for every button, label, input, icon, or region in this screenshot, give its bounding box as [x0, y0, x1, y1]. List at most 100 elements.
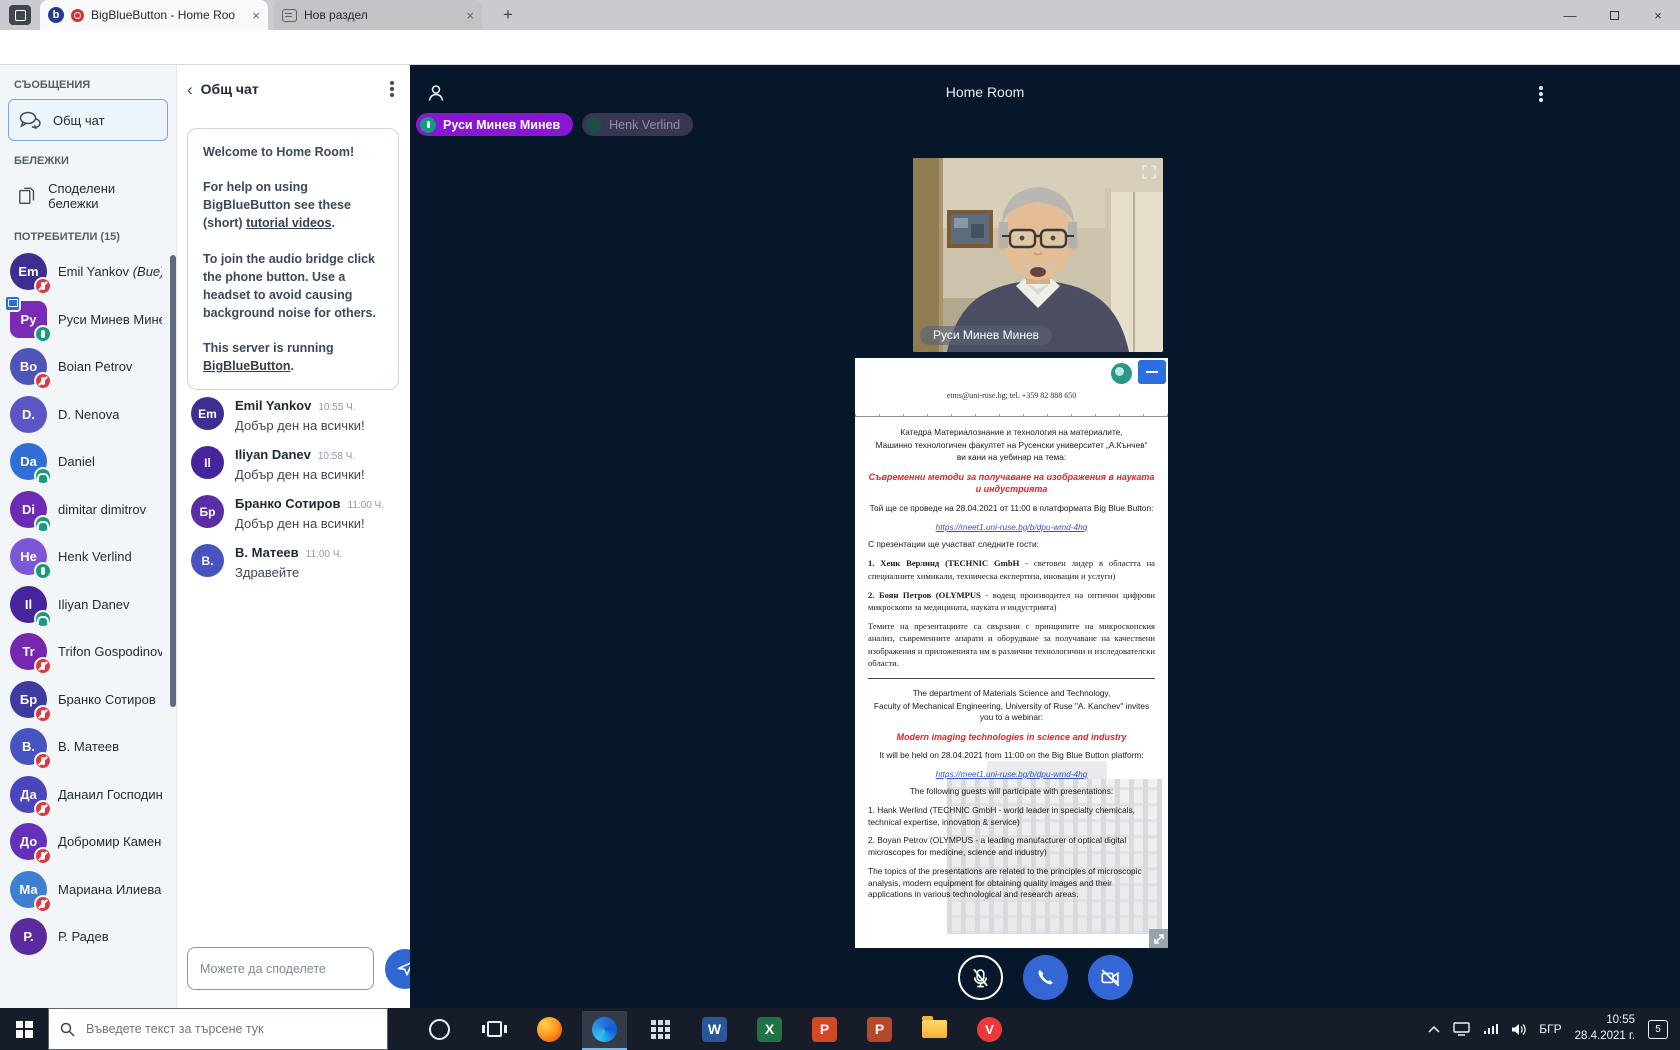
tab-actions-menu-button[interactable] — [9, 5, 31, 25]
doc-line: С презентации ще участват следните гости… — [868, 539, 1155, 551]
user-audio-status-icon — [34, 467, 52, 485]
user-avatar: Da — [10, 443, 47, 480]
window-controls: — × — [1548, 0, 1680, 30]
taskbar-app[interactable] — [577, 1008, 632, 1050]
user-audio-status-icon — [34, 752, 52, 770]
hidden-icons-chevron[interactable] — [1428, 1025, 1440, 1033]
user-list-item[interactable]: В. В. Матеев — [0, 723, 172, 771]
browser-tab-active[interactable]: b BigBlueButton - Home Roo × — [40, 0, 268, 30]
user-list-item[interactable]: Ру Руси Минев Минев — [0, 296, 172, 344]
browser-tab-new[interactable]: Нов раздел × — [274, 0, 482, 30]
webcam-video[interactable]: Руси Минев Минев — [913, 158, 1163, 352]
user-list-item[interactable]: Ма Мариана Илиева — [0, 866, 172, 914]
network-tray-icon[interactable] — [1483, 1023, 1498, 1035]
new-tab-favicon — [282, 9, 297, 22]
talking-indicator[interactable]: Руси Минев Минев — [416, 113, 573, 136]
start-button[interactable] — [0, 1008, 48, 1050]
chat-back-button[interactable]: ‹ — [187, 81, 193, 98]
user-list-item[interactable]: Em Emil Yankov (Bue) — [0, 248, 172, 296]
avatar-initials: Bo — [20, 359, 37, 374]
webcam-off-icon — [1099, 966, 1122, 989]
taskbar-search[interactable] — [48, 1008, 388, 1050]
meeting-link[interactable]: https://meet1.uni-ruse.bg/b/dpu-wmd-4hq — [936, 522, 1088, 532]
action-bar — [410, 955, 1680, 1000]
avatar-initials: He — [20, 549, 37, 564]
taskbar-app[interactable] — [412, 1008, 467, 1050]
leave-audio-button[interactable] — [1023, 955, 1068, 1000]
chat-header: ‹ Общ чат — [187, 75, 402, 103]
taskbar-app[interactable]: P — [852, 1008, 907, 1050]
user-name: Daniel — [58, 454, 95, 469]
tab-close-icon[interactable]: × — [252, 8, 260, 23]
new-tab-button[interactable]: + — [496, 3, 520, 27]
bigbluebutton-link[interactable]: BigBlueButton — [203, 359, 290, 373]
webcam-fullscreen-button[interactable] — [1142, 165, 1156, 184]
taskbar-app[interactable] — [907, 1008, 962, 1050]
taskbar-app[interactable]: V — [962, 1008, 1017, 1050]
user-list-item[interactable]: Да Данаил Господин... — [0, 771, 172, 819]
user-list-item[interactable]: D. D. Nenova — [0, 391, 172, 439]
tutorial-videos-link[interactable]: tutorial videos — [246, 216, 331, 230]
meeting-link[interactable]: https://meet1.uni-ruse.bg/b/dpu-wmd-4hq — [936, 769, 1088, 779]
avatar-initials: Бр — [200, 505, 216, 519]
message-avatar: Il — [191, 446, 224, 479]
taskbar-app[interactable] — [632, 1008, 687, 1050]
user-audio-status-icon — [34, 277, 52, 295]
message-sender: Бранко Сотиров — [235, 496, 341, 511]
public-chat-panel: ‹ Общ чат Welcome to Home Room! For help… — [176, 65, 410, 1008]
taskbar-app[interactable] — [467, 1008, 522, 1050]
sidebar-item-public-chat[interactable]: Общ чат — [8, 99, 168, 141]
windows-taskbar: W X P P — [0, 1008, 1680, 1050]
talking-indicator[interactable]: Henk Verlind — [582, 113, 693, 136]
user-list-item[interactable]: До Добромир Каменов — [0, 818, 172, 866]
keyboard-language[interactable]: БГР — [1539, 1022, 1561, 1036]
options-menu-button[interactable] — [1530, 83, 1552, 105]
user-avatar: Il — [10, 586, 47, 623]
user-list-item[interactable]: Bo Boian Petrov — [0, 343, 172, 391]
doc-list-item: 2. Boyan Petrov (OLYMPUS - a leading man… — [868, 835, 1155, 859]
volume-tray-icon[interactable] — [1511, 1023, 1526, 1036]
window-minimize-button[interactable]: — — [1548, 0, 1592, 30]
welcome-line: Welcome to Home Room! — [203, 143, 383, 161]
app-icon — [650, 1019, 670, 1039]
user-list-item[interactable]: Da Daniel — [0, 438, 172, 486]
taskbar-app[interactable]: P — [797, 1008, 852, 1050]
user-audio-status-icon — [34, 515, 52, 533]
taskbar-clock[interactable]: 10:55 28.4.2021 г. — [1575, 1013, 1635, 1044]
user-list-item[interactable]: Di dimitar dimitrov — [0, 486, 172, 534]
taskbar-search-input[interactable] — [84, 1021, 376, 1037]
doc-paragraph: The topics of the presentations are rela… — [868, 866, 1155, 901]
message-avatar: Em — [191, 397, 224, 430]
message-time: 11:00 Ч. — [306, 549, 343, 560]
taskbar-app[interactable]: X — [742, 1008, 797, 1050]
presentation-fullscreen-button[interactable] — [1149, 929, 1168, 948]
share-webcam-button[interactable] — [1088, 955, 1133, 1000]
search-icon — [60, 1022, 75, 1037]
sidebar-item-shared-notes[interactable]: Споделени бележки — [8, 175, 168, 217]
app-icon — [487, 1021, 502, 1037]
window-close-button[interactable]: × — [1636, 0, 1680, 30]
document-logo-icon — [1111, 363, 1132, 384]
minimize-presentation-button[interactable] — [1138, 360, 1166, 384]
mute-microphone-button[interactable] — [958, 955, 1003, 1000]
user-list-item[interactable]: Бр Бранко Сотиров — [0, 676, 172, 724]
window-maximize-button[interactable] — [1592, 0, 1636, 30]
user-list-item[interactable]: He Henk Verlind — [0, 533, 172, 581]
taskbar-app[interactable]: W — [687, 1008, 742, 1050]
doc-divider — [868, 678, 1155, 679]
user-list-item[interactable]: Il Iliyan Danev — [0, 581, 172, 629]
action-center-button[interactable]: 5 — [1648, 1020, 1668, 1039]
user-name: Р. Радев — [58, 929, 109, 944]
taskbar-app[interactable] — [522, 1008, 577, 1050]
chat-message-input[interactable] — [187, 947, 374, 990]
user-list-item[interactable]: Р. Р. Радев — [0, 913, 172, 961]
tab-close-icon[interactable]: × — [466, 8, 474, 23]
doc-line: ви кани на уебинар на тема: — [868, 452, 1155, 464]
display-tray-icon[interactable] — [1453, 1022, 1470, 1036]
chat-options-menu-button[interactable] — [390, 87, 394, 91]
shared-notes-label: Споделени бележки — [48, 181, 158, 211]
user-name: Руси Минев Минев — [58, 312, 162, 327]
welcome-message: Welcome to Home Room! For help on using … — [187, 128, 399, 390]
avatar-initials: Ма — [19, 882, 37, 897]
user-list-item[interactable]: Tr Trifon Gospodinov — [0, 628, 172, 676]
